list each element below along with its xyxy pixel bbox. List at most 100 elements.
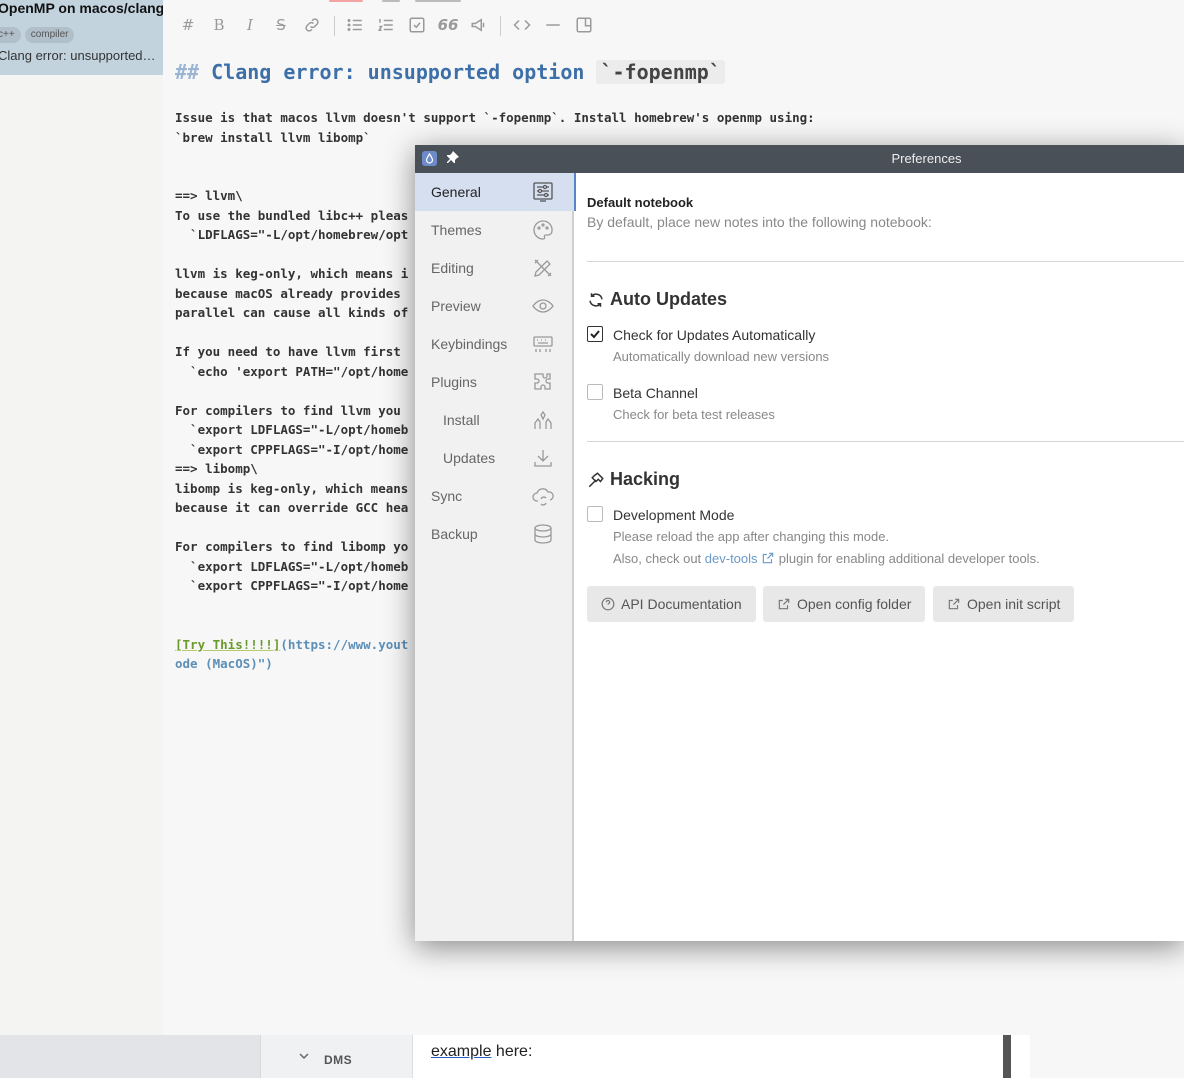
background-window-content: example here: — [412, 1035, 1030, 1078]
external-link-icon — [948, 598, 960, 610]
hacking-heading: Hacking — [587, 469, 680, 490]
dms-label[interactable]: DMS — [324, 1053, 352, 1067]
note-list: OpenMP on macos/clang c++ compiler Clang… — [0, 0, 163, 1035]
api-documentation-button[interactable]: API Documentation — [587, 586, 756, 622]
link-icon[interactable] — [301, 14, 323, 36]
nav-item-keybindings[interactable]: Keybindings — [415, 325, 574, 363]
open-init-script-label: Open init script — [967, 596, 1061, 612]
download-icon — [534, 450, 552, 467]
hands-icon — [534, 410, 552, 429]
note-tags: c++ compiler — [0, 27, 75, 43]
scrollbar[interactable] — [1003, 1035, 1011, 1078]
chevron-down-icon[interactable] — [299, 1051, 309, 1061]
bold-icon[interactable]: B — [208, 14, 230, 36]
development-mode-checkbox[interactable] — [587, 506, 603, 522]
checkmark-icon — [590, 330, 600, 339]
markdown-link[interactable]: [Try This!!!!] — [175, 637, 280, 652]
auto-updates-title: Auto Updates — [610, 289, 727, 309]
nav-label: Sync — [431, 488, 463, 504]
nav-item-editing[interactable]: Editing — [415, 249, 574, 287]
dev-tools-link[interactable]: dev-tools — [705, 551, 758, 566]
heading-marker: ## — [175, 60, 200, 84]
nav-item-preview[interactable]: Preview — [415, 287, 574, 325]
external-link-icon — [778, 598, 790, 610]
nav-label: Preview — [431, 298, 481, 314]
hammer-icon — [588, 471, 604, 487]
note-snippet: Clang error: unsupported option `-fopenm… — [0, 48, 158, 63]
divider — [587, 261, 1184, 262]
open-init-script-button[interactable]: Open init script — [933, 586, 1075, 622]
eye-icon — [532, 299, 554, 313]
background-window-nav: DMS — [260, 1035, 412, 1078]
heading-icon[interactable]: # — [177, 14, 199, 36]
nav-item-updates[interactable]: Updates — [415, 439, 574, 477]
example-word: example — [431, 1043, 492, 1060]
background-window-sidebar — [0, 1035, 260, 1078]
note-list-item-active[interactable]: OpenMP on macos/clang c++ compiler Clang… — [0, 0, 163, 75]
development-mode-label[interactable]: Development Mode — [613, 507, 734, 523]
heading-text: Clang error: unsupported option — [211, 60, 597, 84]
help-circle-icon — [601, 597, 615, 611]
task-list-icon[interactable] — [406, 14, 428, 36]
background-window-right — [1030, 1035, 1184, 1078]
quote-icon[interactable]: 66 — [437, 14, 459, 36]
preferences-dialog: Preferences General Themes Editing Previ… — [415, 145, 1184, 941]
toolbar-separator — [334, 16, 335, 36]
cloud-sync-icon — [532, 488, 554, 506]
horizontal-rule-icon[interactable] — [542, 14, 564, 36]
preferences-content: Default notebook By default, place new n… — [587, 173, 1184, 941]
refresh-icon — [589, 292, 603, 307]
md-line: Issue is that macos llvm doesn't support… — [175, 110, 815, 125]
editor-toolbar: # B I S 66 — [163, 0, 1184, 48]
open-config-folder-label: Open config folder — [797, 596, 912, 612]
check-updates-desc: Automatically download new versions — [613, 349, 830, 364]
pencil-ruler-icon — [534, 259, 552, 277]
beta-channel-label[interactable]: Beta Channel — [613, 385, 698, 401]
settings-sliders-icon — [533, 182, 553, 202]
italic-icon[interactable]: I — [239, 14, 261, 36]
check-updates-checkbox[interactable] — [587, 326, 603, 342]
external-link-icon[interactable] — [761, 551, 775, 565]
tag-cpp[interactable]: c++ — [0, 27, 21, 43]
heading-code: `-fopenmp` — [596, 60, 725, 84]
puzzle-icon — [534, 373, 551, 390]
nav-label: General — [431, 184, 481, 200]
keyboard-icon — [533, 336, 553, 352]
bullet-list-icon[interactable] — [344, 14, 366, 36]
background-window-text: example here: — [431, 1043, 532, 1061]
divider — [587, 441, 1184, 442]
preferences-title: Preferences — [891, 151, 962, 166]
toolbar-hint-red — [329, 0, 363, 2]
default-notebook-label: Default notebook — [587, 195, 694, 210]
markdown-link-url: (https://www.yout — [280, 636, 409, 652]
nav-item-sync[interactable]: Sync — [415, 477, 574, 515]
nav-label: Themes — [431, 222, 482, 238]
nav-label: Updates — [443, 450, 496, 466]
beta-channel-checkbox[interactable] — [587, 384, 603, 400]
nav-label: Install — [443, 412, 480, 428]
toolbar-separator-2 — [500, 16, 501, 36]
nav-label: Keybindings — [431, 336, 508, 352]
callout-icon[interactable] — [468, 14, 490, 36]
preferences-nav: General Themes Editing Preview Keybindin… — [415, 173, 576, 941]
nav-item-install[interactable]: Install — [415, 401, 574, 439]
check-updates-label[interactable]: Check for Updates Automatically — [613, 327, 815, 343]
preferences-titlebar[interactable]: Preferences — [415, 145, 1184, 173]
toolbar-hint-gray — [382, 0, 400, 2]
tag-compiler[interactable]: compiler — [24, 27, 75, 43]
dev-tools-hint-pre: Also, check out — [613, 551, 705, 566]
numbered-list-icon[interactable] — [375, 14, 397, 36]
nav-item-plugins[interactable]: Plugins — [415, 363, 574, 401]
dev-tools-hint-post: plugin for enabling additional developer… — [775, 551, 1040, 566]
nav-item-backup[interactable]: Backup — [415, 515, 574, 553]
image-icon[interactable] — [573, 14, 595, 36]
nav-label: Backup — [431, 526, 478, 542]
code-icon[interactable] — [511, 14, 533, 36]
open-config-folder-button[interactable]: Open config folder — [763, 586, 926, 622]
nav-item-themes[interactable]: Themes — [415, 211, 574, 249]
nav-item-general[interactable]: General — [415, 173, 576, 211]
api-documentation-label: API Documentation — [621, 596, 742, 612]
auto-updates-heading: Auto Updates — [587, 289, 727, 310]
strikethrough-icon[interactable]: S — [270, 14, 292, 36]
example-rest: here: — [491, 1043, 533, 1060]
